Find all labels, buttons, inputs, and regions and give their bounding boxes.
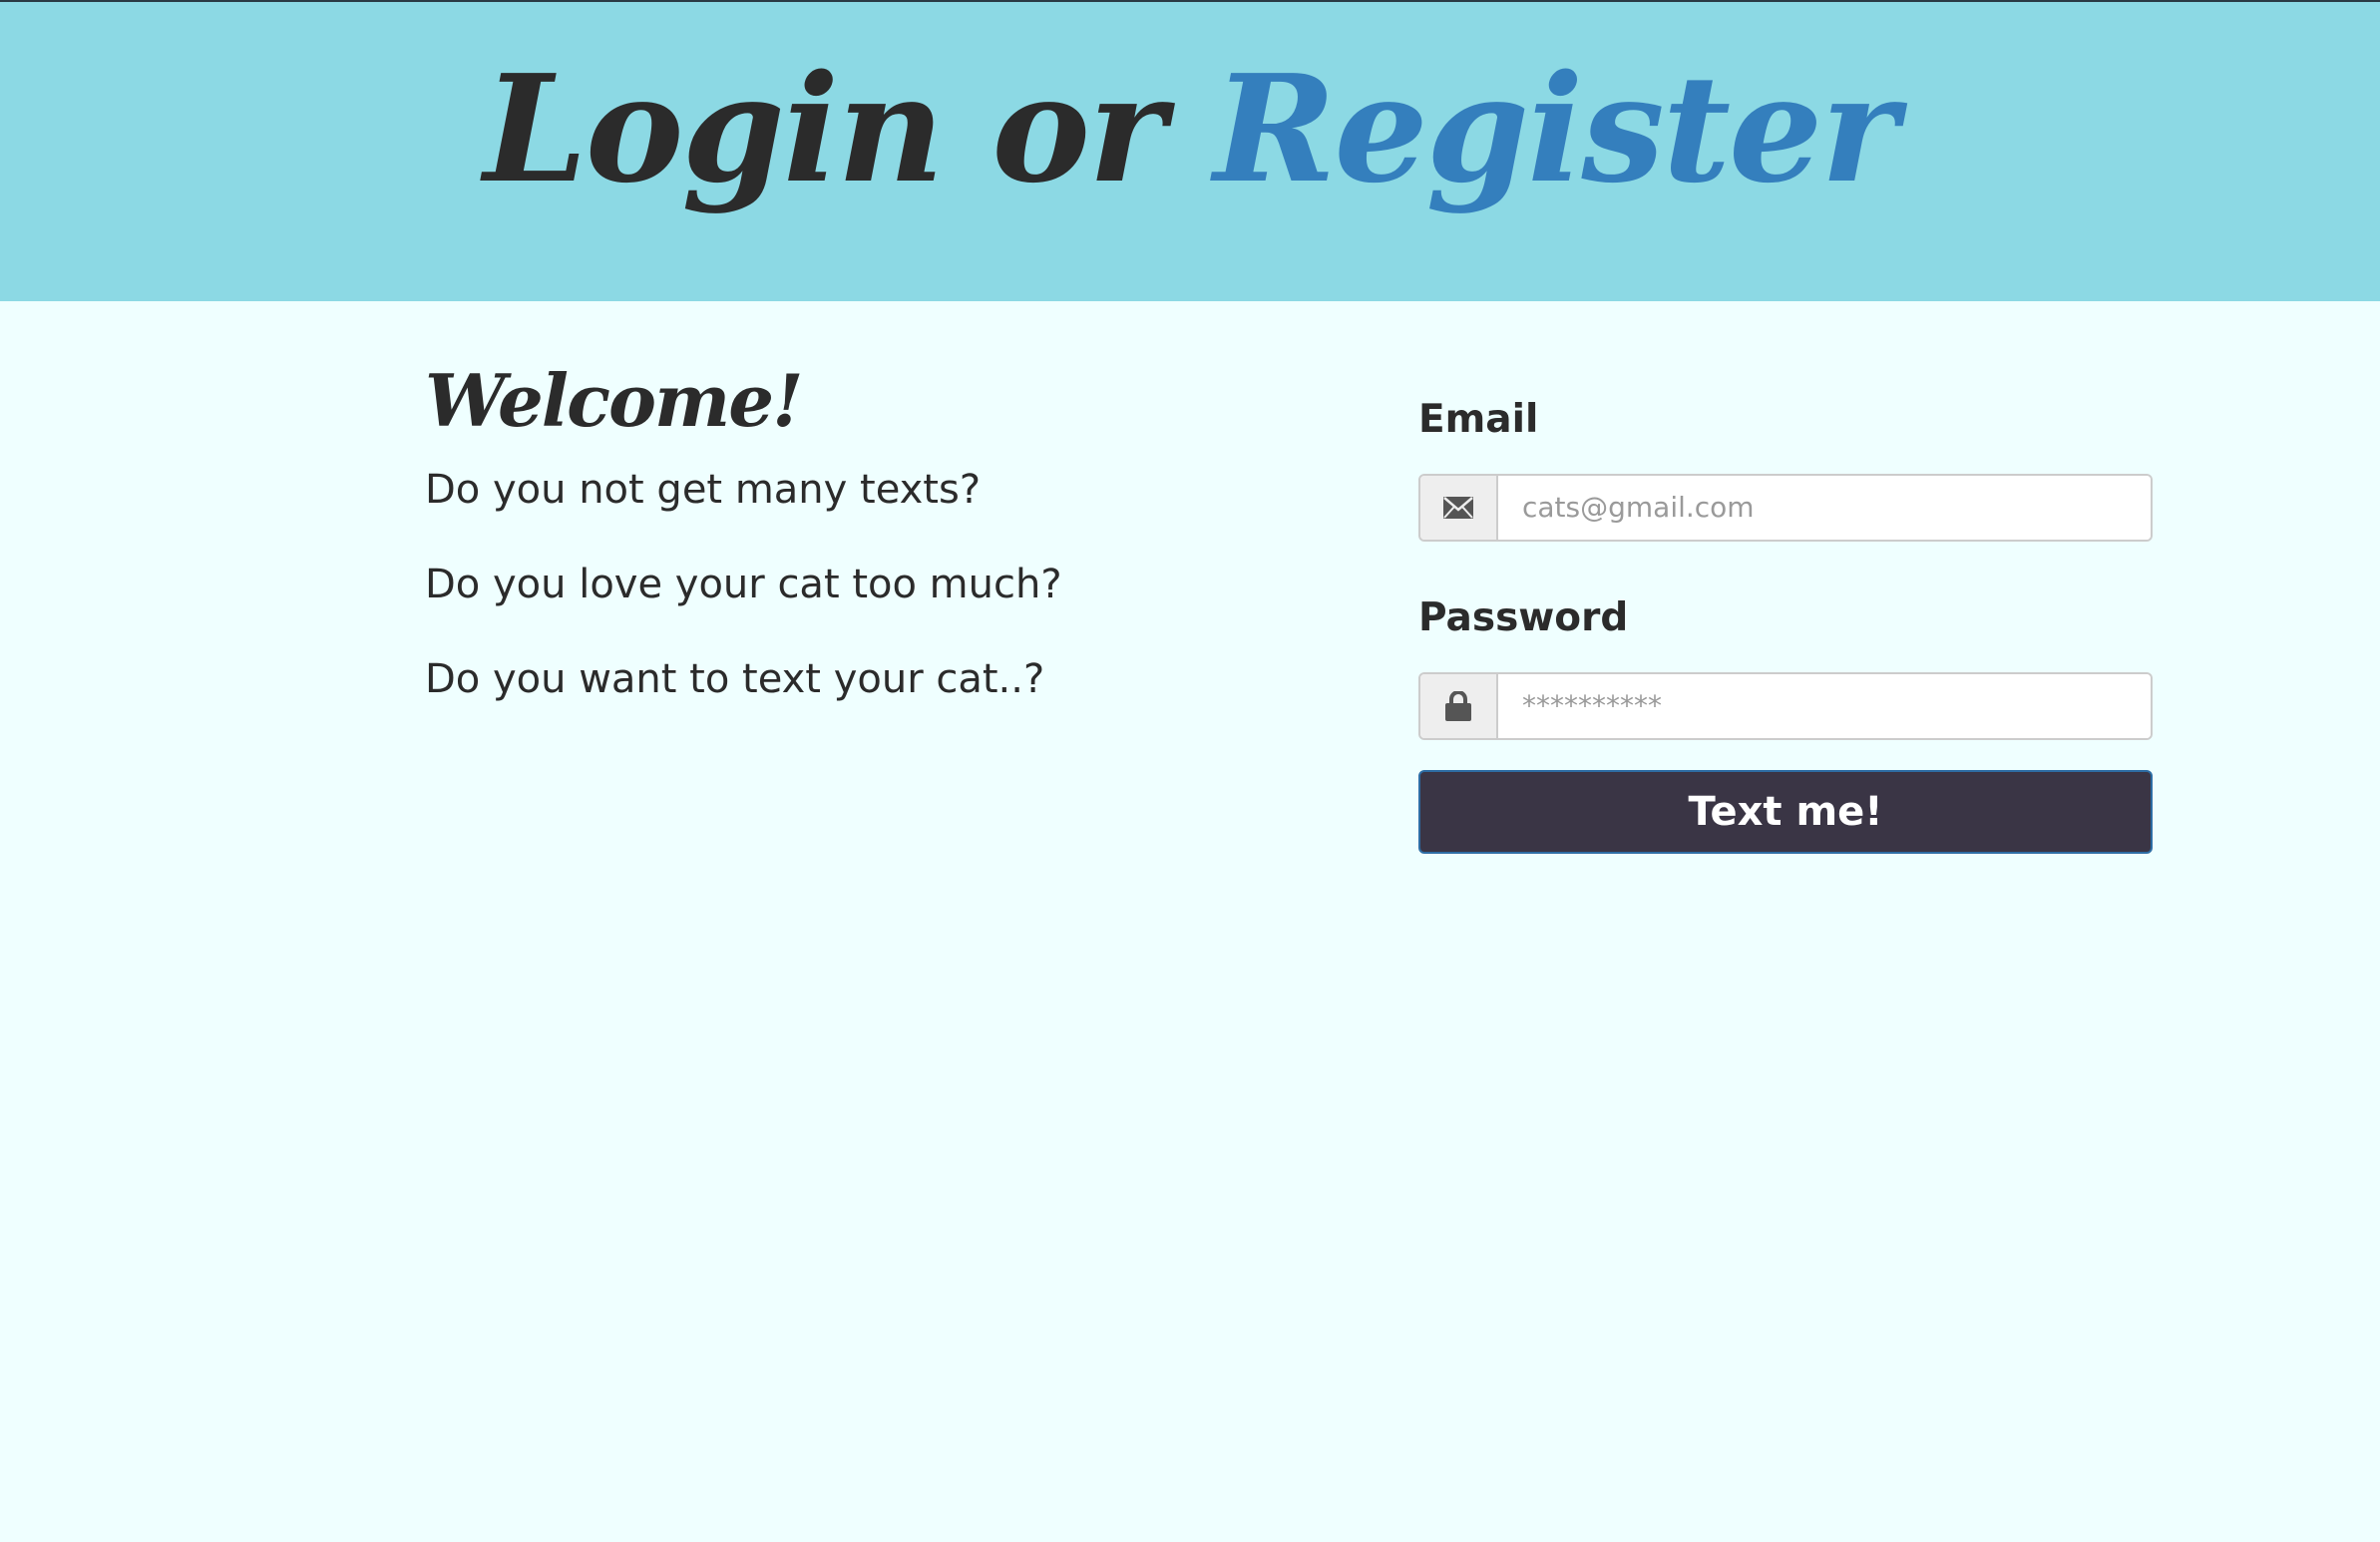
envelope-icon	[1443, 496, 1473, 519]
email-field[interactable]	[1498, 475, 2151, 540]
email-input-group	[1418, 473, 2153, 542]
question-text-cat: Do you want to text your cat..?	[425, 656, 1045, 703]
password-field[interactable]	[1498, 673, 2151, 738]
password-addon	[1420, 673, 1498, 738]
login-form: Email Password Text me!	[1418, 397, 2153, 854]
title-login-text: Login or	[483, 42, 1214, 215]
header-banner: Login or Register	[0, 2, 2380, 301]
question-love-cat: Do you love your cat too much?	[425, 562, 1062, 608]
password-input-group	[1418, 671, 2153, 740]
page-title: Login or Register	[0, 44, 2380, 213]
title-register-text: Register	[1213, 42, 1899, 215]
password-label: Password	[1418, 594, 1629, 640]
welcome-heading: Welcome!	[425, 358, 804, 443]
welcome-section: Welcome! Do you not get many texts? Do y…	[425, 361, 1323, 750]
page: Login or Register Welcome! Do you not ge…	[0, 0, 2380, 1542]
email-label: Email	[1418, 397, 1539, 442]
email-addon	[1420, 475, 1498, 540]
question-texts: Do you not get many texts?	[425, 467, 982, 514]
text-me-button[interactable]: Text me!	[1418, 769, 2153, 854]
lock-icon	[1445, 690, 1471, 721]
